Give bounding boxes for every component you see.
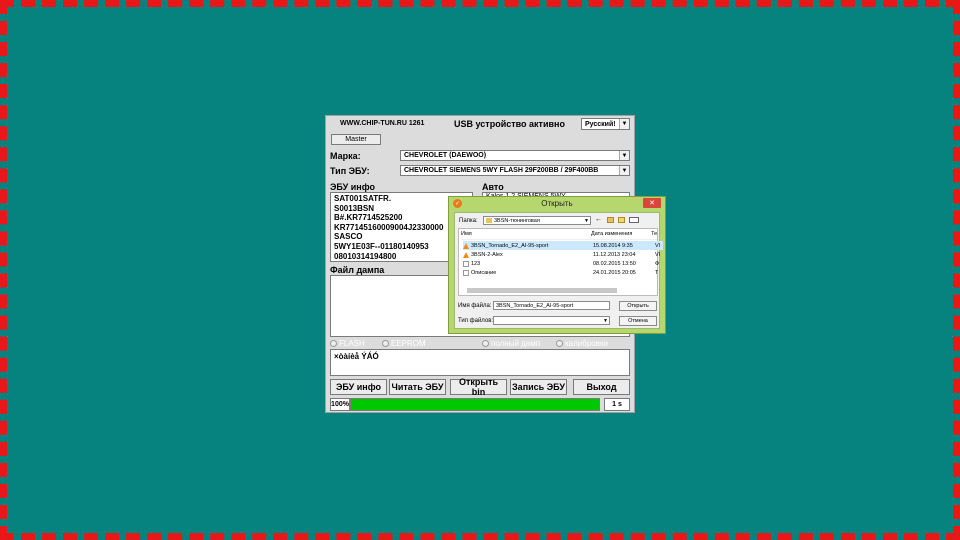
ecu-type-value: CHEVROLET SIEMENS 5WY FLASH 29F200BB / 2… (404, 167, 599, 174)
file-date: 15.08.2014 9:35 (593, 242, 633, 249)
file-type: Т (655, 269, 659, 276)
website-label: WWW.CHIP-TUN.RU 1261 (340, 120, 425, 127)
log-text: ×òàíèå ÝÁÓ (334, 352, 379, 361)
radio-eeprom[interactable]: EEPROM (382, 339, 426, 348)
view-menu-icon[interactable] (629, 217, 639, 223)
vlc-icon (463, 251, 469, 258)
vlc-icon (463, 242, 469, 249)
exit-button[interactable]: Выход (573, 379, 630, 395)
file-row[interactable]: Описание 24.01.2015 20:05 Т (463, 268, 663, 277)
file-type: Ф (655, 260, 660, 267)
chevron-down-icon: ▼ (603, 317, 608, 324)
master-button[interactable]: Master (331, 134, 381, 145)
open-file-dialog: ✓ Открыть ✕ Папка: 3BSN-тюнинговая ▼ ← И… (448, 196, 666, 334)
column-date[interactable]: Дата изменения (591, 231, 651, 239)
open-button[interactable]: Открыть (619, 301, 657, 311)
filetype-label: Тип файлов: (458, 318, 494, 324)
dialog-body: Папка: 3BSN-тюнинговая ▼ ← Имя Дата изме… (454, 212, 663, 329)
file-name: 3BSN_Tornado_E2_AI-95-sport (471, 242, 549, 249)
folder-label: Папка: (459, 218, 478, 224)
read-ecu-button[interactable]: Читать ЭБУ (389, 379, 446, 395)
up-folder-icon[interactable] (607, 217, 614, 223)
file-date: 11.12.2013 23:04 (593, 251, 636, 258)
file-name: 123 (471, 260, 481, 267)
file-date: 08.02.2015 13:50 (593, 260, 636, 267)
ecu-info-button[interactable]: ЭБУ инфо (330, 379, 387, 395)
filetype-select[interactable]: ▼ (493, 316, 610, 325)
new-folder-icon[interactable] (618, 217, 625, 223)
progress-bar (350, 398, 600, 411)
file-row[interactable]: 123 08.02.2015 13:50 Ф (463, 259, 663, 268)
document-icon (463, 269, 469, 276)
ecu-info-label: ЭБУ инфо (330, 182, 375, 192)
document-icon (463, 260, 469, 267)
log-area: ×òàíèå ÝÁÓ (330, 349, 630, 376)
filename-input[interactable]: 3BSN_Tornado_E2_AI-95-sport (493, 301, 610, 310)
dump-file-label: Файл дампа (330, 265, 385, 275)
file-row[interactable]: 3BSN_Tornado_E2_AI-95-sport 15.08.2014 9… (463, 241, 663, 250)
radio-calibrations[interactable]: калибровки (556, 339, 608, 348)
close-icon[interactable]: ✕ (643, 198, 661, 208)
progress-fill (351, 399, 599, 410)
brand-value: CHEVROLET (DAEWOO) (404, 152, 487, 159)
back-icon[interactable]: ← (595, 216, 602, 223)
file-type: VI (655, 251, 661, 258)
chevron-down-icon: ▼ (584, 217, 589, 224)
file-name: Описание (471, 269, 497, 276)
folder-select[interactable]: 3BSN-тюнинговая ▼ (483, 216, 591, 225)
auto-label: Авто (482, 182, 504, 192)
folder-value: 3BSN-тюнинговая (494, 217, 540, 224)
dialog-title: Открыть (541, 199, 573, 208)
ecu-type-label: Тип ЭБУ: (330, 166, 370, 176)
file-type: VI (655, 242, 661, 249)
brand-select[interactable]: CHEVROLET (DAEWOO) ▼ (400, 150, 630, 161)
file-name: 3BSN-2-Alex (471, 251, 503, 258)
file-list: Имя Дата изменения Те 3BSN_Tornado_E2_AI… (458, 228, 663, 296)
chevron-down-icon: ▼ (619, 166, 629, 175)
file-date: 24.01.2015 20:05 (593, 269, 636, 276)
folder-icon (486, 218, 492, 223)
brand-label: Марка: (330, 151, 361, 161)
radio-flash[interactable]: FLASH (330, 339, 365, 348)
open-bin-button[interactable]: Открыть bin (450, 377, 507, 397)
column-name[interactable]: Имя (461, 231, 591, 239)
progress-percent: 100% (330, 398, 350, 411)
cancel-button[interactable]: Отмена (619, 316, 657, 326)
chevron-down-icon: ▼ (619, 151, 629, 160)
file-list-header: Имя Дата изменения Те (461, 231, 657, 240)
language-select[interactable]: Русский! ▼ (581, 118, 630, 130)
radio-full-dump[interactable]: полный дамп (482, 339, 540, 348)
write-ecu-button[interactable]: Запись ЭБУ (510, 379, 567, 395)
column-type[interactable]: Те (651, 231, 657, 239)
chevron-down-icon: ▼ (619, 119, 629, 129)
horizontal-scrollbar[interactable] (467, 288, 617, 293)
file-row[interactable]: 3BSN-2-Alex 11.12.2013 23:04 VI (463, 250, 663, 259)
usb-status: USB устройство активно (454, 119, 565, 129)
time-label: 1 s (604, 398, 630, 411)
filename-label: Имя файла: (458, 303, 492, 309)
language-value: Русский! (585, 120, 616, 128)
ecu-type-select[interactable]: CHEVROLET SIEMENS 5WY FLASH 29F200BB / 2… (400, 165, 630, 176)
